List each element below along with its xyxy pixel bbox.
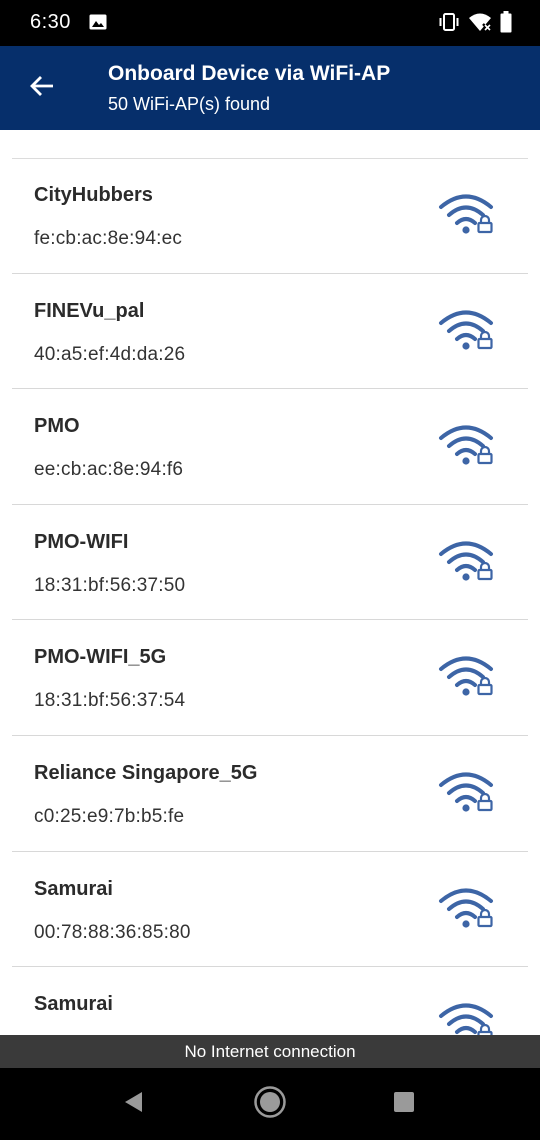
- app-bar: Onboard Device via WiFi-AP 50 WiFi-AP(s)…: [0, 46, 540, 130]
- arrow-back-icon: [29, 74, 55, 103]
- wifi-ap-name: Samurai: [34, 993, 113, 1016]
- wifi-ap-list-item[interactable]: PMO-WIFI 18:31:bf:56:37:50: [12, 505, 528, 621]
- wifi-ap-name: CityHubbers: [34, 184, 153, 206]
- wifi-ap-name: PMO-WIFI: [34, 530, 129, 553]
- wifi-ap-mac-address: 18:31:bf:56:37:50: [34, 574, 186, 596]
- snackbar: No Internet connection: [0, 1035, 540, 1068]
- wifi-ap-name: PMO: [34, 415, 80, 438]
- wifi-ap-name: FINEVu_pal: [34, 299, 145, 322]
- wifi-ap-mac-address: 00:78:88:36:85:80: [34, 921, 191, 943]
- wifi-ap-mac-address: 18:31:bf:56:37:54: [34, 690, 186, 712]
- wifi-ap-list-item[interactable]: Samurai: [12, 967, 528, 1035]
- wifi-ap-list-item[interactable]: PMO ee:cb:ac:8e:94:f6: [12, 389, 528, 505]
- nav-home-button[interactable]: [252, 1085, 288, 1124]
- page-title: Onboard Device via WiFi-AP: [108, 62, 391, 85]
- wifi-ap-list-item[interactable]: FINEVu_pal 40:a5:ef:4d:da:26: [12, 274, 528, 390]
- vibrate-icon: [438, 12, 460, 37]
- wifi-ap-list-item[interactable]: Samurai 00:78:88:36:85:80: [12, 852, 528, 968]
- wifi-ap-list: CityHubbers fe:cb:ac:8e:94:ec FINEVu_pal 40…: [0, 158, 540, 1035]
- wifi-ap-list-item[interactable]: CityHubbers fe:cb:ac:8e:94:ec: [12, 158, 528, 274]
- recents-square-icon: [392, 1090, 416, 1119]
- back-button[interactable]: [18, 66, 66, 110]
- home-circle-icon: [253, 1085, 287, 1124]
- wifi-locked-icon: [438, 656, 498, 702]
- wifi-ap-list-item[interactable]: Reliance Singapore_5G c0:25:e9:7b:b5:fe: [12, 736, 528, 852]
- wifi-ap-list-item[interactable]: PMO-WIFI_5G 18:31:bf:56:37:54: [12, 620, 528, 736]
- wifi-ap-mac-address: ee:cb:ac:8e:94:f6: [34, 459, 184, 481]
- status-bar: 6:30: [0, 0, 540, 46]
- battery-icon: [500, 11, 512, 38]
- nav-recents-button[interactable]: [386, 1086, 422, 1122]
- status-time: 6:30: [30, 11, 71, 33]
- wifi-locked-icon: [438, 310, 498, 356]
- back-triangle-icon: [122, 1090, 146, 1119]
- wifi-off-icon: [468, 12, 492, 37]
- wifi-locked-icon: [438, 194, 498, 240]
- wifi-ap-mac-address: c0:25:e9:7b:b5:fe: [34, 805, 185, 827]
- system-nav-bar: [0, 1068, 540, 1140]
- snackbar-message: No Internet connection: [184, 1041, 356, 1061]
- wifi-ap-name: Samurai: [34, 877, 113, 900]
- wifi-locked-icon: [438, 425, 498, 471]
- wifi-ap-mac-address: 40:a5:ef:4d:da:26: [34, 343, 186, 365]
- status-icons: [438, 11, 512, 38]
- wifi-locked-icon: [438, 1003, 498, 1035]
- nav-back-button[interactable]: [116, 1086, 152, 1122]
- wifi-locked-icon: [438, 541, 498, 587]
- gallery-icon: [89, 14, 107, 30]
- wifi-ap-mac-address: fe:cb:ac:8e:94:ec: [34, 228, 183, 249]
- page-subtitle: 50 WiFi-AP(s) found: [108, 94, 271, 114]
- wifi-ap-name: PMO-WIFI_5G: [34, 646, 167, 669]
- wifi-locked-icon: [438, 888, 498, 934]
- wifi-locked-icon: [438, 772, 498, 818]
- wifi-ap-list-container[interactable]: CityHubbers fe:cb:ac:8e:94:ec FINEVu_pal 40…: [0, 130, 540, 1035]
- wifi-ap-name: Reliance Singapore_5G: [34, 761, 258, 784]
